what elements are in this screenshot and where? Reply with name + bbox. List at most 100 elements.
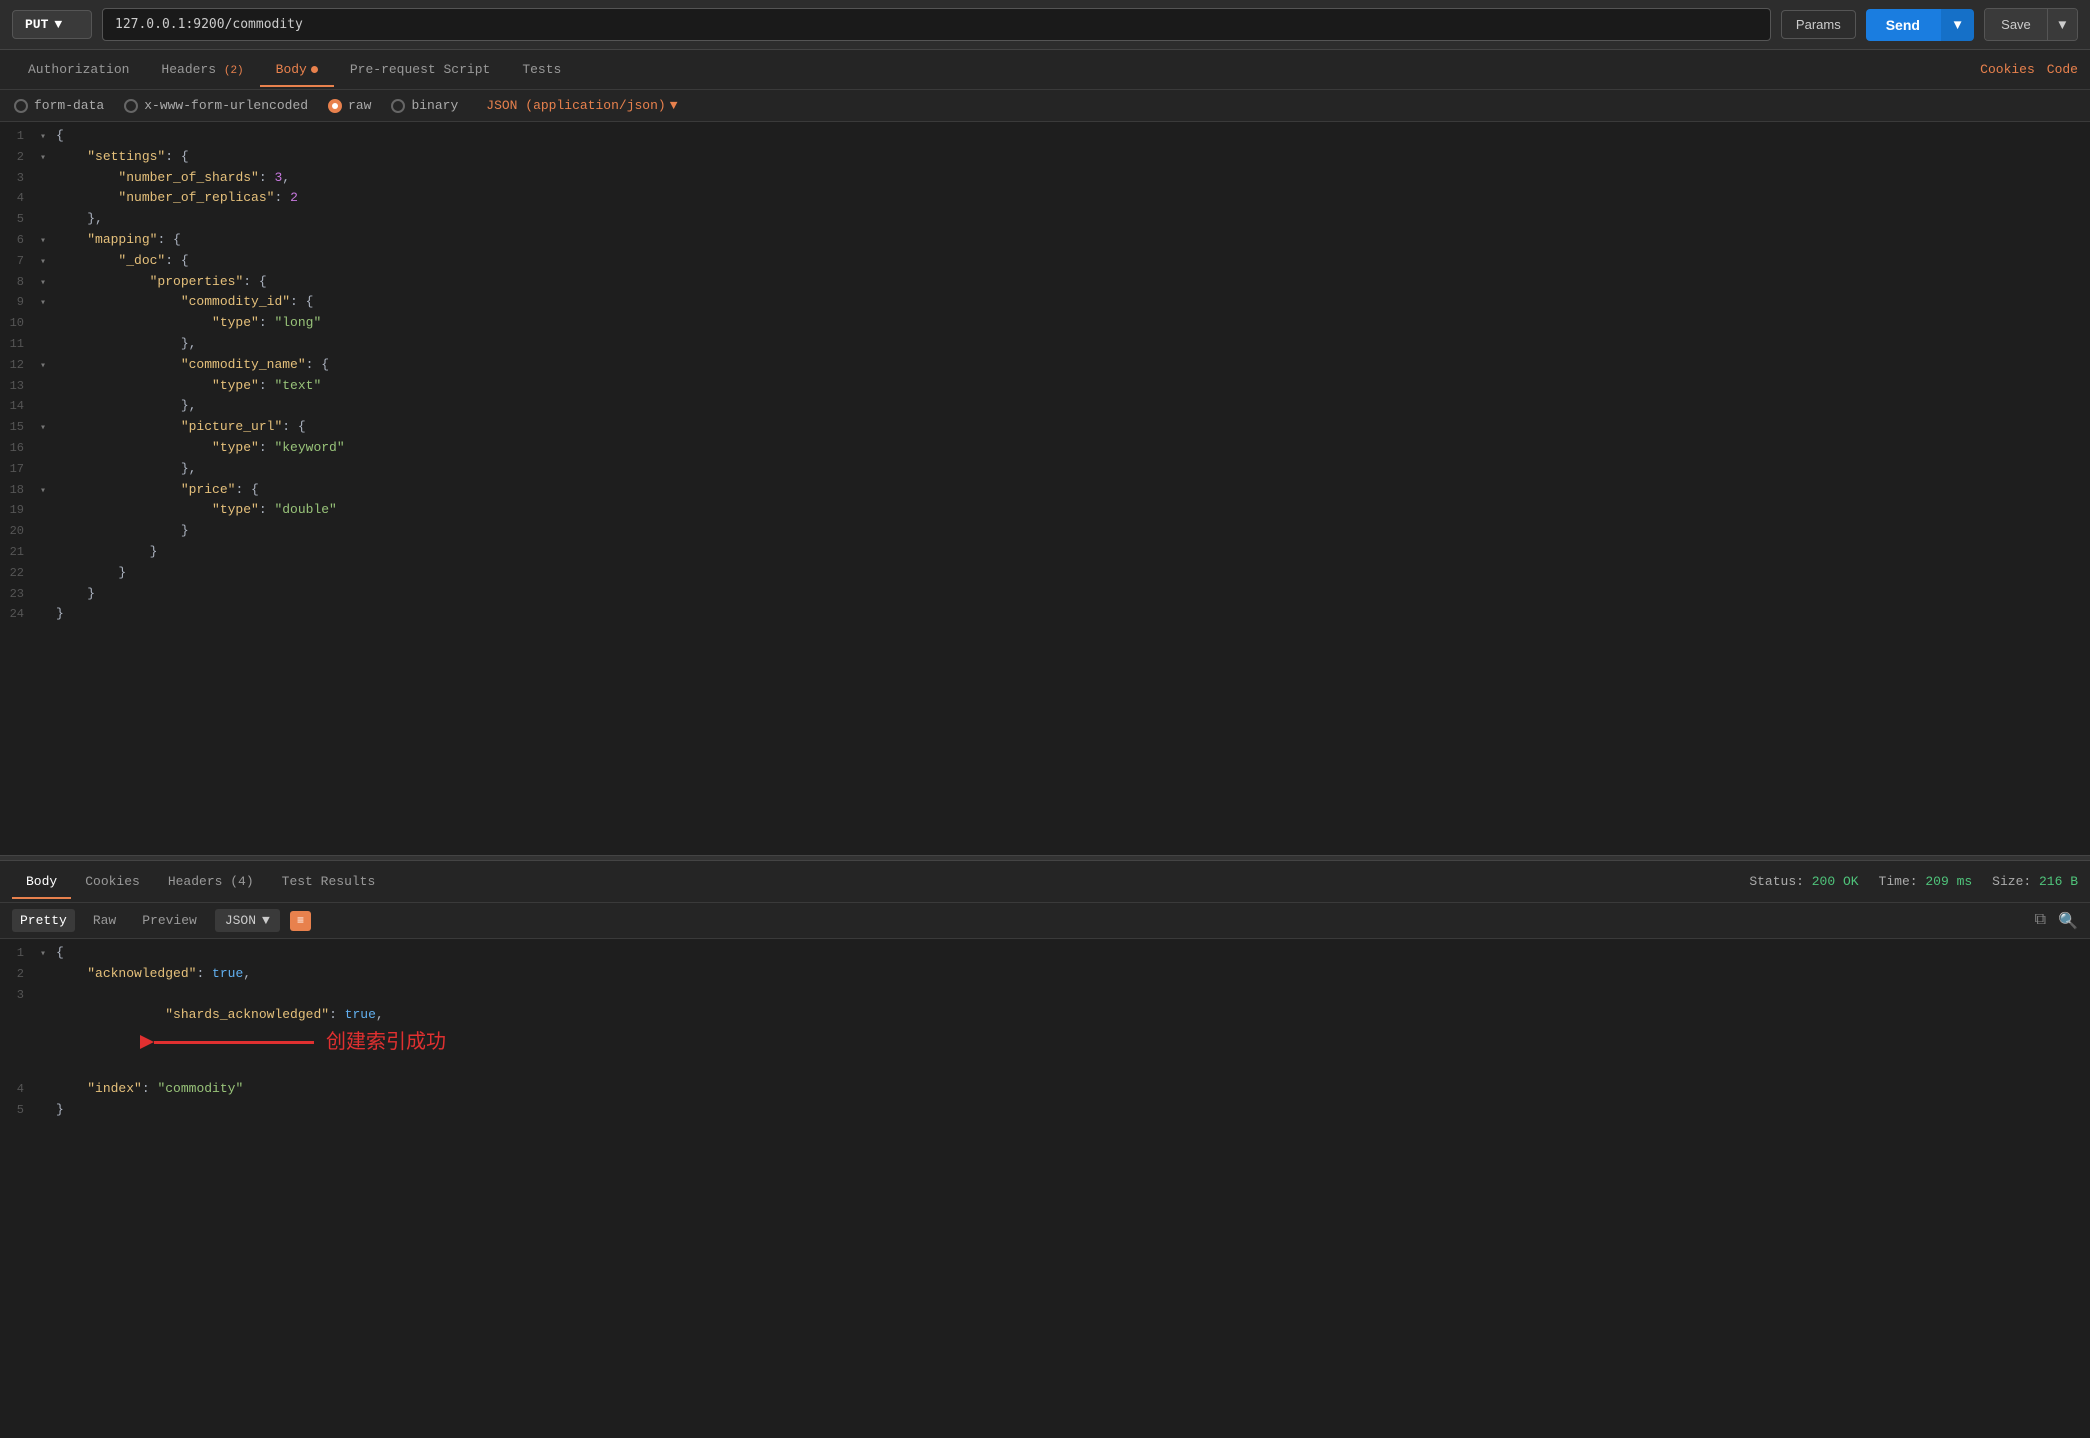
response-time: 209 ms <box>1925 874 1972 889</box>
resp-line-1: 1 ▾ { <box>0 943 2090 964</box>
format-form-data[interactable]: form-data <box>14 98 104 113</box>
resp-fmt-raw-label: Raw <box>93 913 116 928</box>
json-format-dropdown[interactable]: JSON (application/json) ▼ <box>486 98 677 113</box>
code-content-22: } <box>56 563 2086 584</box>
resp-collapse-1[interactable]: ▾ <box>40 947 52 963</box>
resp-line-num-5: 5 <box>4 1101 40 1120</box>
body-dot <box>311 66 318 73</box>
top-bar: PUT ▼ Params Send ▼ Save ▼ <box>0 0 2090 50</box>
params-button[interactable]: Params <box>1781 10 1856 39</box>
resp-line-num-2: 2 <box>4 965 40 984</box>
code-link[interactable]: Code <box>2047 62 2078 77</box>
collapse-9[interactable]: ▾ <box>40 296 52 312</box>
format-urlencoded[interactable]: x-www-form-urlencoded <box>124 98 308 113</box>
form-data-label: form-data <box>34 98 104 113</box>
line-num-7: 7 <box>4 252 40 271</box>
status-code: 200 OK <box>1812 874 1859 889</box>
code-line-13: 13 "type": "text" <box>0 376 2090 397</box>
collapse-1[interactable]: ▾ <box>40 130 52 146</box>
raw-radio-inner <box>332 103 338 109</box>
response-right-icons: ⧉ 🔍 <box>2035 911 2078 931</box>
resp-tab-cookies-label: Cookies <box>85 874 140 889</box>
code-line-8: 8 ▾ "properties": { <box>0 272 2090 293</box>
resp-line-3: 3 "shards_acknowledged": true, 创建索引成功 <box>0 985 2090 1079</box>
resp-fmt-raw[interactable]: Raw <box>85 909 124 932</box>
send-button[interactable]: Send <box>1866 9 1940 41</box>
code-content-3: "number_of_shards": 3, <box>56 168 2086 189</box>
method-dropdown[interactable]: PUT ▼ <box>12 10 92 39</box>
resp-content-5: } <box>56 1100 2086 1121</box>
method-label: PUT <box>25 17 48 32</box>
save-button[interactable]: Save <box>1985 9 2047 40</box>
resp-line-num-4: 4 <box>4 1080 40 1099</box>
code-line-4: 4 "number_of_replicas": 2 <box>0 188 2090 209</box>
code-content-9: "commodity_id": { <box>56 292 2086 313</box>
line-num-9: 9 <box>4 293 40 312</box>
line-num-2: 2 <box>4 148 40 167</box>
line-num-24: 24 <box>4 605 40 624</box>
main-container: Authorization Headers (2) Body Pre-reque… <box>0 50 2090 1438</box>
raw-label: raw <box>348 98 371 113</box>
code-content-14: }, <box>56 396 2086 417</box>
collapse-12[interactable]: ▾ <box>40 359 52 375</box>
tab-body[interactable]: Body <box>260 52 334 87</box>
response-body-editor[interactable]: 1 ▾ { 2 "acknowledged": true, 3 "shards_… <box>0 939 2090 1125</box>
form-data-radio <box>14 99 28 113</box>
tab-prerequest[interactable]: Pre-request Script <box>334 52 506 87</box>
size-label: Size: 216 B <box>1992 874 2078 889</box>
collapse-2[interactable]: ▾ <box>40 151 52 167</box>
collapse-7[interactable]: ▾ <box>40 255 52 271</box>
resp-fmt-preview[interactable]: Preview <box>134 909 205 932</box>
line-num-17: 17 <box>4 460 40 479</box>
format-binary[interactable]: binary <box>391 98 458 113</box>
tab-authorization-label: Authorization <box>28 62 129 77</box>
binary-label: binary <box>411 98 458 113</box>
code-content-2: "settings": { <box>56 147 2086 168</box>
resp-line-4: 4 "index": "commodity" <box>0 1079 2090 1100</box>
resp-fmt-pretty[interactable]: Pretty <box>12 909 75 932</box>
line-num-15: 15 <box>4 418 40 437</box>
code-line-6: 6 ▾ "mapping": { <box>0 230 2090 251</box>
code-content-13: "type": "text" <box>56 376 2086 397</box>
resp-tab-body[interactable]: Body <box>12 864 71 899</box>
cookies-link[interactable]: Cookies <box>1980 62 2035 77</box>
search-icon[interactable]: 🔍 <box>2058 911 2078 931</box>
line-num-12: 12 <box>4 356 40 375</box>
tab-headers[interactable]: Headers (2) <box>145 52 259 87</box>
tab-tests[interactable]: Tests <box>506 52 577 87</box>
response-json-dropdown[interactable]: JSON ▼ <box>215 909 280 932</box>
urlencoded-radio <box>124 99 138 113</box>
collapse-18[interactable]: ▾ <box>40 484 52 500</box>
collapse-8[interactable]: ▾ <box>40 276 52 292</box>
collapse-15[interactable]: ▾ <box>40 421 52 437</box>
format-raw[interactable]: raw <box>328 98 371 113</box>
code-line-3: 3 "number_of_shards": 3, <box>0 168 2090 189</box>
resp-tab-body-label: Body <box>26 874 57 889</box>
send-dropdown-button[interactable]: ▼ <box>1940 9 1974 41</box>
resp-tab-cookies[interactable]: Cookies <box>71 864 154 899</box>
wrap-icon[interactable]: ≡ <box>290 911 311 931</box>
code-content-24: } <box>56 604 2086 625</box>
copy-icon[interactable]: ⧉ <box>2035 911 2046 931</box>
tab-authorization[interactable]: Authorization <box>12 52 145 87</box>
line-num-13: 13 <box>4 377 40 396</box>
collapse-6[interactable]: ▾ <box>40 234 52 250</box>
save-dropdown-button[interactable]: ▼ <box>2047 9 2077 40</box>
resp-tab-headers[interactable]: Headers (4) <box>154 864 268 899</box>
response-header: Body Cookies Headers (4) Test Results St… <box>0 861 2090 903</box>
send-button-group: Send ▼ <box>1866 9 1974 41</box>
headers-badge: (2) <box>224 65 244 77</box>
code-line-14: 14 }, <box>0 396 2090 417</box>
resp-content-2: "acknowledged": true, <box>56 964 2086 985</box>
code-content-8: "properties": { <box>56 272 2086 293</box>
code-line-10: 10 "type": "long" <box>0 313 2090 334</box>
url-input[interactable] <box>102 8 1771 41</box>
code-content-21: } <box>56 542 2086 563</box>
response-panel: Body Cookies Headers (4) Test Results St… <box>0 861 2090 1438</box>
code-content-10: "type": "long" <box>56 313 2086 334</box>
request-code-editor[interactable]: 1 ▾ { 2 ▾ "settings": { 3 "number_of_sha… <box>0 122 2090 855</box>
tab-prerequest-label: Pre-request Script <box>350 62 490 77</box>
resp-tab-testresults[interactable]: Test Results <box>268 864 390 899</box>
tab-headers-label: Headers (2) <box>161 62 243 77</box>
urlencoded-label: x-www-form-urlencoded <box>144 98 308 113</box>
